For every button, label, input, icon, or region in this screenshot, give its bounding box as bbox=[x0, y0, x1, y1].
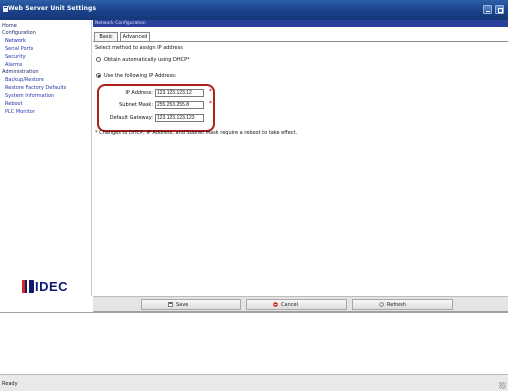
default-gateway-label: Default Gateway: bbox=[109, 115, 153, 121]
instruction-text: Select method to assign IP address bbox=[95, 45, 183, 51]
subnet-mask-label: Subnet Mask: bbox=[119, 102, 153, 108]
status-bar: Ready bbox=[0, 374, 508, 391]
sidebar-item-alarms[interactable]: Alarms bbox=[5, 62, 22, 69]
static-ip-radio[interactable] bbox=[96, 73, 101, 78]
button-bar: Save Cancel Refresh bbox=[93, 296, 508, 312]
save-button[interactable]: Save bbox=[141, 299, 241, 310]
window-titlebar: Web Server Unit Settings bbox=[0, 0, 508, 20]
sidebar-item-security[interactable]: Security bbox=[5, 54, 26, 61]
tab-basic[interactable]: Basic bbox=[94, 32, 118, 41]
refresh-button-label: Refresh bbox=[387, 302, 406, 308]
sidebar-item-home[interactable]: Home bbox=[2, 23, 17, 30]
ip-address-field[interactable] bbox=[155, 89, 204, 97]
reboot-note: * Changes to DHCP, IP Address, and Subne… bbox=[95, 130, 298, 136]
idec-logo-mark bbox=[22, 280, 34, 293]
sidebar-item-network[interactable]: Network bbox=[5, 38, 26, 45]
minimize-button[interactable] bbox=[483, 5, 492, 14]
sidebar-item-system-information[interactable]: System Information bbox=[5, 93, 54, 100]
sidebar-item-plc-monitor[interactable]: PLC Monitor bbox=[5, 109, 35, 116]
maximize-button[interactable] bbox=[495, 5, 504, 14]
cancel-button-label: Cancel bbox=[281, 302, 298, 308]
sidebar-item-configuration[interactable]: Configuration bbox=[2, 30, 36, 37]
refresh-button[interactable]: Refresh bbox=[352, 299, 453, 310]
static-ip-option-label[interactable]: Use the following IP Address: bbox=[104, 73, 176, 79]
mask-required-mark: * bbox=[209, 100, 212, 107]
default-gateway-field[interactable] bbox=[155, 114, 204, 122]
status-text: Ready bbox=[2, 381, 18, 387]
log-pane bbox=[0, 312, 508, 374]
save-button-label: Save bbox=[176, 302, 189, 308]
ip-required-mark: * bbox=[209, 88, 212, 95]
cancel-button[interactable]: Cancel bbox=[246, 299, 347, 310]
sidebar-item-serial-ports[interactable]: Serial Ports bbox=[5, 46, 33, 53]
tab-divider bbox=[93, 41, 508, 42]
idec-logo: IDEC bbox=[22, 279, 73, 294]
main-content: Network Configuration Basic Advanced Sel… bbox=[93, 20, 508, 296]
refresh-icon bbox=[379, 302, 384, 307]
sidebar-item-backup-restore[interactable]: Backup/Restore bbox=[5, 77, 44, 84]
sidebar-nav: Home Configuration Network Serial Ports … bbox=[0, 20, 92, 296]
idec-logo-text: IDEC bbox=[35, 279, 69, 294]
dhcp-radio[interactable] bbox=[96, 57, 101, 62]
save-icon bbox=[168, 302, 173, 307]
dhcp-option-label[interactable]: Obtain automatically using DHCP* bbox=[104, 57, 190, 63]
resize-grip-icon[interactable] bbox=[499, 382, 506, 389]
subnet-mask-field[interactable] bbox=[155, 101, 204, 109]
ip-address-label: IP Address: bbox=[125, 90, 153, 96]
sidebar-item-restore-factory-defaults[interactable]: Restore Factory Defaults bbox=[5, 85, 66, 92]
cancel-icon bbox=[273, 302, 278, 307]
sidebar-item-reboot[interactable]: Reboot bbox=[5, 101, 23, 108]
sidebar-item-administration[interactable]: Administration bbox=[2, 69, 39, 76]
window-title: Web Server Unit Settings bbox=[8, 5, 97, 12]
section-header: Network Configuration bbox=[93, 20, 508, 27]
